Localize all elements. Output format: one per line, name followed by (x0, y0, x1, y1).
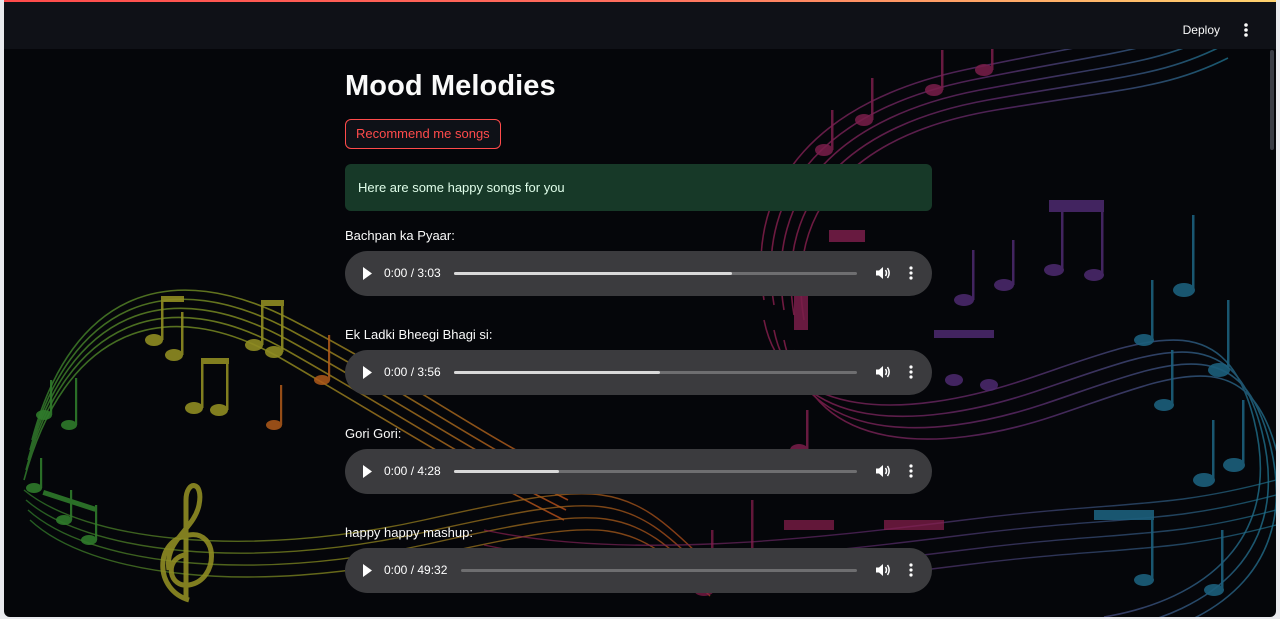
top-header: Deploy (4, 0, 1276, 49)
audio-player: 0:00 / 4:28 (345, 449, 932, 494)
play-icon[interactable] (359, 462, 375, 481)
song-item: Bachpan ka Pyaar: 0:00 / 3:03 (345, 227, 932, 296)
vertical-dots-icon[interactable] (907, 265, 915, 281)
song-item: happy happy mashup: 0:00 / 49:32 (345, 524, 932, 593)
seek-bar[interactable] (461, 569, 857, 572)
deploy-button[interactable]: Deploy (1183, 20, 1220, 40)
page-scrollbar[interactable] (1270, 50, 1274, 150)
volume-icon[interactable] (875, 364, 891, 380)
success-alert: Here are some happy songs for you (345, 164, 932, 211)
time-display: 0:00 / 49:32 (384, 563, 448, 577)
seek-bar-fill (454, 470, 559, 473)
song-title: Ek Ladki Bheegi Bhagi si: (345, 327, 493, 342)
play-icon[interactable] (359, 363, 375, 382)
audio-player: 0:00 / 3:03 (345, 251, 932, 296)
vertical-dots-icon[interactable] (907, 562, 915, 578)
time-display: 0:00 / 4:28 (384, 464, 441, 478)
page-title: Mood Melodies (345, 70, 556, 102)
top-accent-bar (4, 0, 1276, 2)
play-icon[interactable] (359, 561, 375, 580)
seek-bar-fill (454, 371, 660, 374)
app-window: Deploy Mood Melodies Recommend me songs … (4, 0, 1276, 617)
song-title: Gori Gori: (345, 426, 402, 441)
time-display: 0:00 / 3:56 (384, 365, 441, 379)
vertical-dots-icon[interactable] (907, 463, 915, 479)
vertical-dots-icon[interactable] (907, 364, 915, 380)
seek-bar[interactable] (454, 470, 857, 473)
song-title: Bachpan ka Pyaar: (345, 228, 455, 243)
song-item: Gori Gori: 0:00 / 4:28 (345, 425, 932, 494)
song-item: Ek Ladki Bheegi Bhagi si: 0:00 / 3:56 (345, 326, 932, 395)
audio-player: 0:00 / 3:56 (345, 350, 932, 395)
song-title: happy happy mashup: (345, 525, 473, 540)
play-icon[interactable] (359, 264, 375, 283)
seek-bar[interactable] (454, 371, 857, 374)
volume-icon[interactable] (875, 265, 891, 281)
seek-bar-fill (454, 272, 733, 275)
vertical-dots-icon[interactable] (1238, 19, 1254, 41)
audio-player: 0:00 / 49:32 (345, 548, 932, 593)
recommend-songs-button[interactable]: Recommend me songs (345, 119, 501, 149)
volume-icon[interactable] (875, 463, 891, 479)
seek-bar[interactable] (454, 272, 857, 275)
volume-icon[interactable] (875, 562, 891, 578)
time-display: 0:00 / 3:03 (384, 266, 441, 280)
